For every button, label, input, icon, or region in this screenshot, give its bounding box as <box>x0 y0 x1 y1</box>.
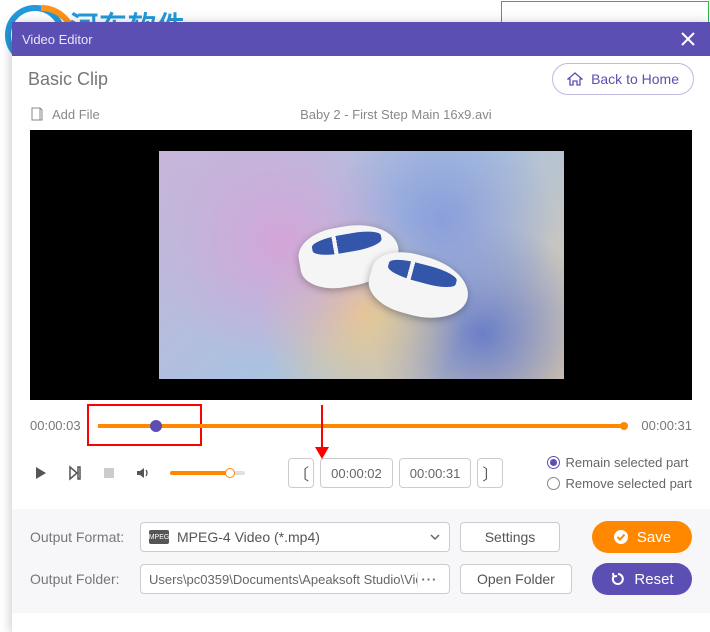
remain-label: Remain selected part <box>566 455 689 470</box>
check-circle-icon <box>613 529 629 545</box>
back-home-label: Back to Home <box>591 71 679 87</box>
add-file-button[interactable]: Add File <box>30 107 100 122</box>
clip-range-controls: 〔 00:00:02 00:00:31 〕 <box>288 458 503 488</box>
add-file-icon <box>30 107 44 121</box>
volume-thumb[interactable] <box>225 468 235 478</box>
reset-button[interactable]: Reset <box>592 563 692 595</box>
output-folder-field[interactable]: Users\pc0359\Documents\Apeaksoft Studio\… <box>140 564 450 594</box>
play-icon <box>33 465 49 481</box>
back-to-home-button[interactable]: Back to Home <box>552 63 694 95</box>
radio-selected-icon <box>547 456 560 469</box>
volume-icon <box>135 465 151 481</box>
clip-end-time[interactable]: 00:00:31 <box>399 458 472 488</box>
header: Basic Clip Back to Home <box>12 56 710 102</box>
play-button[interactable] <box>30 462 52 484</box>
stop-icon <box>101 465 117 481</box>
remove-selected-radio[interactable]: Remove selected part <box>547 476 692 491</box>
home-icon <box>567 72 583 86</box>
current-filename: Baby 2 - First Step Main 16x9.avi <box>100 107 692 122</box>
video-preview[interactable] <box>30 130 692 400</box>
playback-controls <box>30 462 245 484</box>
timeline-track[interactable] <box>98 424 624 428</box>
next-frame-button[interactable] <box>64 462 86 484</box>
timeline-area: 00:00:03 00:00:31 <box>12 400 710 441</box>
close-icon <box>681 32 695 46</box>
chevron-down-icon <box>429 531 441 543</box>
reset-label: Reset <box>634 571 673 588</box>
open-folder-button[interactable]: Open Folder <box>460 564 572 594</box>
bracket-right-icon: 〕 <box>482 461 498 485</box>
timeline-playhead[interactable] <box>150 420 162 432</box>
format-icon: MPEG <box>149 530 169 544</box>
save-button[interactable]: Save <box>592 521 692 553</box>
set-end-button[interactable]: 〕 <box>477 458 503 488</box>
titlebar: Video Editor <box>12 22 710 56</box>
current-time: 00:00:03 <box>30 418 88 433</box>
controls-row: 〔 00:00:02 00:00:31 〕 Remain selected pa… <box>12 441 710 509</box>
step-forward-icon <box>67 465 83 481</box>
radio-unselected-icon <box>547 477 560 490</box>
clip-start-time[interactable]: 00:00:02 <box>320 458 393 488</box>
stop-button[interactable] <box>98 462 120 484</box>
output-panel: Output Format: MPEG MPEG-4 Video (*.mp4)… <box>12 509 710 613</box>
format-value: MPEG-4 Video (*.mp4) <box>177 529 320 545</box>
close-button[interactable] <box>676 27 700 51</box>
page-title: Basic Clip <box>28 69 108 90</box>
output-format-label: Output Format: <box>30 529 130 545</box>
editor-window: Video Editor Basic Clip Back to Home Add… <box>12 22 710 632</box>
output-format-select[interactable]: MPEG MPEG-4 Video (*.mp4) <box>140 522 450 552</box>
background-green-box <box>501 1 709 23</box>
add-file-label: Add File <box>52 107 100 122</box>
remove-label: Remove selected part <box>566 476 692 491</box>
settings-button[interactable]: Settings <box>460 522 560 552</box>
preview-frame <box>159 151 564 379</box>
output-folder-label: Output Folder: <box>30 571 130 587</box>
save-label: Save <box>637 529 671 546</box>
folder-path: Users\pc0359\Documents\Apeaksoft Studio\… <box>149 572 417 587</box>
set-start-button[interactable]: 〔 <box>288 458 314 488</box>
reset-icon <box>610 571 626 587</box>
remain-selected-radio[interactable]: Remain selected part <box>547 455 692 470</box>
window-title: Video Editor <box>22 32 93 47</box>
bracket-left-icon: 〔 <box>293 461 309 485</box>
volume-slider[interactable] <box>170 471 245 475</box>
timeline-end-marker[interactable] <box>620 422 628 430</box>
total-time: 00:00:31 <box>634 418 692 433</box>
browse-folder-button[interactable]: ··· <box>417 572 441 587</box>
clip-mode-group: Remain selected part Remove selected par… <box>547 455 692 491</box>
volume-button[interactable] <box>132 462 154 484</box>
file-row: Add File Baby 2 - First Step Main 16x9.a… <box>12 102 710 126</box>
